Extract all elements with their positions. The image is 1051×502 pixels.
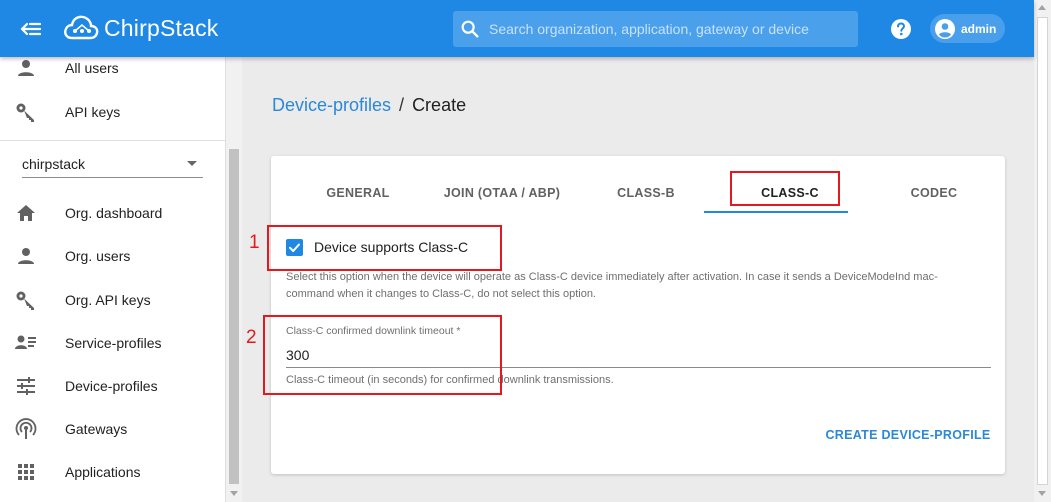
annotation-box-active-tab — [730, 171, 840, 206]
page-scrollbar-thumb[interactable] — [1037, 17, 1048, 485]
apps-icon — [15, 461, 37, 483]
chevron-down-icon — [187, 161, 197, 166]
person-icon — [15, 245, 37, 267]
breadcrumb-device-profiles-link[interactable]: Device-profiles — [272, 95, 391, 116]
sidebar-item-label: API keys — [65, 104, 121, 120]
scroll-up-arrow-icon[interactable] — [1038, 5, 1046, 10]
sidebar-item-service-profiles[interactable]: Service-profiles — [0, 323, 225, 363]
sidebar: All users API keys chirpstack Org. dashb… — [0, 57, 226, 502]
user-name: admin — [961, 21, 997, 36]
sidebar-item-gateways[interactable]: Gateways — [0, 409, 225, 449]
sidebar-item-device-profiles[interactable]: Device-profiles — [0, 366, 225, 406]
sidebar-item-label: Applications — [65, 464, 141, 480]
tab-class-b[interactable]: CLASS-B — [574, 172, 718, 214]
brand-logo[interactable]: ChirpStack — [62, 11, 218, 45]
sidebar-item-label: All users — [65, 60, 119, 76]
tab-codec[interactable]: CODEC — [862, 172, 1006, 214]
tab-general[interactable]: GENERAL — [286, 172, 430, 214]
sidebar-item-org-users[interactable]: Org. users — [0, 236, 225, 276]
menu-collapse-icon[interactable] — [18, 17, 44, 41]
sidebar-scrollbar[interactable] — [226, 57, 242, 502]
scroll-down-arrow-icon[interactable] — [1038, 491, 1046, 496]
sidebar-item-label: Service-profiles — [65, 335, 162, 351]
sidebar-scrollbar-thumb[interactable] — [229, 149, 239, 484]
key-icon — [15, 289, 37, 311]
sidebar-item-applications[interactable]: Applications — [0, 452, 225, 492]
app-header: ChirpStack admin — [0, 0, 1034, 57]
sidebar-item-api-keys[interactable]: API keys — [0, 92, 225, 132]
page-title: Create — [412, 95, 467, 115]
sidebar-item-org-api-keys[interactable]: Org. API keys — [0, 280, 225, 320]
sidebar-item-all-users[interactable]: All users — [0, 57, 225, 88]
account-details-icon — [15, 332, 37, 354]
sidebar-item-label: Org. API keys — [65, 292, 151, 308]
user-menu-button[interactable]: admin — [930, 14, 1005, 43]
person-icon — [15, 57, 37, 79]
sidebar-item-label: Device-profiles — [65, 378, 158, 394]
page-scrollbar[interactable] — [1034, 0, 1051, 502]
scroll-down-arrow-icon[interactable] — [230, 491, 238, 496]
sidebar-item-org-dashboard[interactable]: Org. dashboard — [0, 193, 225, 233]
search-bar[interactable] — [453, 11, 858, 47]
breadcrumb-separator: / — [399, 95, 405, 115]
sidebar-divider — [0, 140, 225, 141]
organization-select-value: chirpstack — [22, 155, 86, 172]
help-icon[interactable] — [890, 18, 912, 40]
key-icon — [15, 101, 37, 123]
annotation-box-1 — [267, 225, 502, 271]
home-icon — [15, 202, 37, 224]
sidebar-item-label: Org. users — [65, 248, 131, 264]
breadcrumb: Device-profiles / Create — [272, 95, 466, 116]
tab-bar: GENERAL JOIN (OTAA / ABP) CLASS-B CLASS-… — [285, 172, 1005, 214]
search-icon — [461, 20, 479, 38]
annotation-box-2 — [263, 315, 502, 395]
access-point-icon — [15, 418, 37, 440]
sidebar-item-label: Org. dashboard — [65, 205, 163, 221]
annotation-number-2: 2 — [246, 327, 257, 348]
active-tab-indicator — [704, 211, 848, 213]
chirpstack-logo-icon — [64, 15, 99, 40]
create-device-profile-button[interactable]: CREATE DEVICE-PROFILE — [823, 423, 993, 447]
supports-class-c-help-text: Select this option when the device will … — [286, 271, 938, 300]
sidebar-item-label: Gateways — [65, 421, 128, 437]
tune-icon — [15, 375, 37, 397]
account-circle-icon — [935, 18, 955, 39]
annotation-number-1: 1 — [249, 232, 260, 253]
brand-name: ChirpStack — [104, 14, 219, 41]
tab-join[interactable]: JOIN (OTAA / ABP) — [430, 172, 574, 214]
search-input[interactable] — [489, 21, 858, 37]
organization-select[interactable]: chirpstack — [22, 150, 203, 178]
